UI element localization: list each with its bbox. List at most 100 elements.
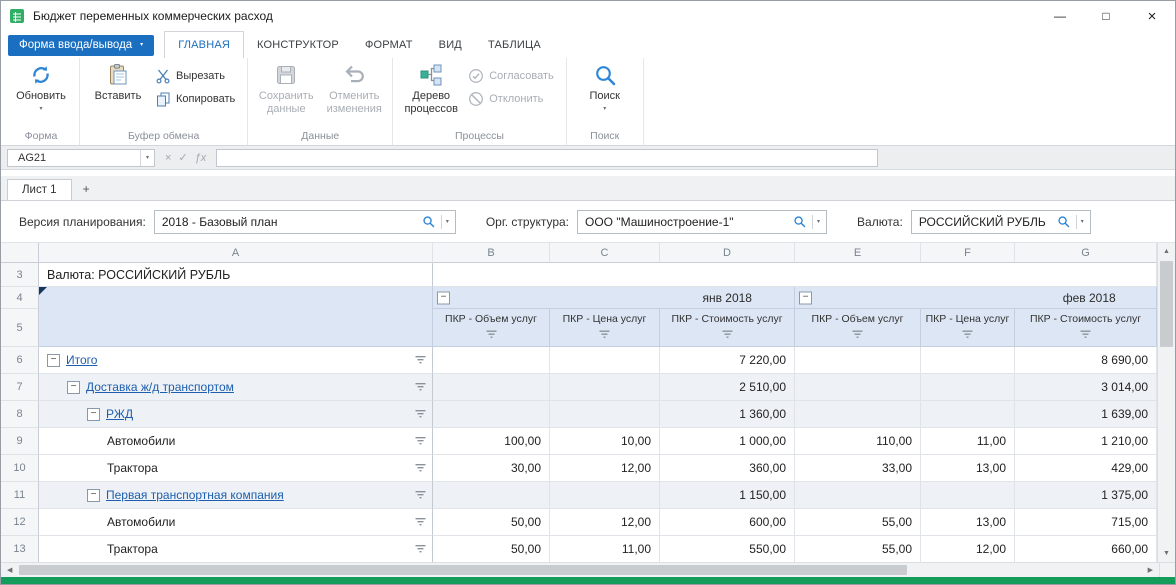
undo-changes-button[interactable]: Отменить изменения <box>321 60 387 116</box>
maximize-button[interactable]: □ <box>1083 1 1129 31</box>
measure-header[interactable]: ПКР - Объем услуг <box>433 309 550 347</box>
horizontal-scrollbar[interactable]: ◀ ▶ <box>1 562 1175 577</box>
data-cell[interactable] <box>795 347 921 374</box>
data-cell[interactable]: 429,00 <box>1015 455 1157 482</box>
chevron-down-icon[interactable]: ▾ <box>140 150 154 166</box>
minimize-button[interactable]: — <box>1037 1 1083 31</box>
data-cell[interactable] <box>795 482 921 509</box>
data-cell[interactable] <box>550 347 660 374</box>
collapse-row-button[interactable]: − <box>87 408 100 421</box>
row-label-cell[interactable]: −Доставка ж/д транспортом <box>39 374 433 401</box>
measure-header[interactable]: ПКР - Стоимость услуг <box>660 309 795 347</box>
ribbon-tab-3[interactable]: ВИД <box>426 31 475 58</box>
reject-button[interactable]: Отклонить <box>466 89 560 109</box>
function-icon[interactable]: ƒx <box>195 152 207 164</box>
merged-header-cell[interactable] <box>39 287 433 347</box>
data-cell[interactable]: 50,00 <box>433 536 550 562</box>
search-icon[interactable] <box>1057 215 1070 228</box>
scroll-left-icon[interactable]: ◀ <box>1 566 18 574</box>
data-cell[interactable] <box>433 347 550 374</box>
sheet-tab-list1[interactable]: Лист 1 <box>7 179 72 200</box>
ribbon-tab-0[interactable]: ГЛАВНАЯ <box>164 31 244 58</box>
row-filter-icon[interactable] <box>415 410 426 419</box>
row-label[interactable]: Доставка ж/д транспортом <box>86 380 234 394</box>
chevron-down-icon[interactable]: ▾ <box>1081 218 1090 225</box>
month-header-1[interactable]: −фев 2018 <box>795 287 1157 309</box>
data-cell[interactable]: 1 360,00 <box>660 401 795 428</box>
copy-button[interactable]: Копировать <box>153 89 242 109</box>
data-cell[interactable]: 715,00 <box>1015 509 1157 536</box>
measure-header[interactable]: ПКР - Цена услуг <box>550 309 660 347</box>
data-cell[interactable]: 13,00 <box>921 455 1015 482</box>
search-icon[interactable] <box>793 215 806 228</box>
row-header-13[interactable]: 13 <box>1 536 39 562</box>
data-cell[interactable] <box>550 482 660 509</box>
data-cell[interactable]: 3 014,00 <box>1015 374 1157 401</box>
data-cell[interactable]: 8 690,00 <box>1015 347 1157 374</box>
data-cell[interactable]: 10,00 <box>550 428 660 455</box>
data-cell[interactable]: 1 210,00 <box>1015 428 1157 455</box>
header-filter-icon[interactable] <box>1080 328 1091 342</box>
column-header-B[interactable]: B <box>433 243 550 263</box>
data-cell[interactable]: 600,00 <box>660 509 795 536</box>
header-filter-icon[interactable] <box>722 328 733 342</box>
data-cell[interactable]: 11,00 <box>550 536 660 562</box>
horizontal-scroll-thumb[interactable] <box>19 565 907 575</box>
column-header-G[interactable]: G <box>1015 243 1157 263</box>
search-icon[interactable] <box>422 215 435 228</box>
data-cell[interactable]: 12,00 <box>550 509 660 536</box>
row-filter-icon[interactable] <box>415 518 426 527</box>
data-cell[interactable]: 110,00 <box>795 428 921 455</box>
header-filter-icon[interactable] <box>962 328 973 342</box>
data-cell[interactable]: 660,00 <box>1015 536 1157 562</box>
header-filter-icon[interactable] <box>486 328 497 342</box>
data-cell[interactable]: 50,00 <box>433 509 550 536</box>
data-cell[interactable]: 1 375,00 <box>1015 482 1157 509</box>
data-cell[interactable]: 55,00 <box>795 536 921 562</box>
scroll-right-icon[interactable]: ▶ <box>1142 566 1159 574</box>
data-cell[interactable]: 30,00 <box>433 455 550 482</box>
data-cell[interactable] <box>795 401 921 428</box>
collapse-month-button[interactable]: − <box>799 291 812 304</box>
ribbon-tab-1[interactable]: КОНСТРУКТОР <box>244 31 352 58</box>
close-button[interactable]: × <box>1129 1 1175 31</box>
data-cell[interactable]: 1 639,00 <box>1015 401 1157 428</box>
chevron-down-icon[interactable]: ▾ <box>817 218 826 225</box>
data-cell[interactable] <box>433 374 550 401</box>
approve-button[interactable]: Согласовать <box>466 66 560 86</box>
row-label-cell[interactable]: −Итого <box>39 347 433 374</box>
row-header-11[interactable]: 11 <box>1 482 39 509</box>
search-button[interactable]: Поиск ▾ <box>572 60 638 112</box>
row-label-cell[interactable]: Автомобили <box>39 509 433 536</box>
cell-name-box[interactable]: AG21 ▾ <box>7 149 155 167</box>
data-cell[interactable]: 12,00 <box>921 536 1015 562</box>
org-structure-select[interactable]: ООО "Машиностроение-1" ▾ <box>577 210 827 234</box>
header-filter-icon[interactable] <box>599 328 610 342</box>
row-header-3[interactable]: 3 <box>1 263 39 287</box>
data-cell[interactable] <box>921 401 1015 428</box>
vertical-scrollbar[interactable]: ▲ ▼ <box>1157 243 1175 562</box>
data-cell[interactable]: 13,00 <box>921 509 1015 536</box>
row-label[interactable]: РЖД <box>106 407 133 421</box>
measure-header[interactable]: ПКР - Цена услуг <box>921 309 1015 347</box>
chevron-down-icon[interactable]: ▾ <box>446 218 455 225</box>
collapse-row-button[interactable]: − <box>87 489 100 502</box>
scroll-down-icon[interactable]: ▼ <box>1163 545 1170 562</box>
data-cell[interactable]: 550,00 <box>660 536 795 562</box>
column-header-D[interactable]: D <box>660 243 795 263</box>
row-label-cell[interactable]: −Первая транспортная компания <box>39 482 433 509</box>
data-cell[interactable] <box>433 482 550 509</box>
empty-cell[interactable] <box>433 263 1157 287</box>
data-cell[interactable]: 1 000,00 <box>660 428 795 455</box>
data-cell[interactable]: 2 510,00 <box>660 374 795 401</box>
data-cell[interactable]: 55,00 <box>795 509 921 536</box>
row-header-12[interactable]: 12 <box>1 509 39 536</box>
row-header-9[interactable]: 9 <box>1 428 39 455</box>
measure-header[interactable]: ПКР - Стоимость услуг <box>1015 309 1157 347</box>
file-menu-button[interactable]: Форма ввода/вывода ▾ <box>8 35 154 56</box>
row-header-7[interactable]: 7 <box>1 374 39 401</box>
data-cell[interactable]: 360,00 <box>660 455 795 482</box>
month-header-0[interactable]: −янв 2018 <box>433 287 795 309</box>
currency-cell[interactable]: Валюта: РОССИЙСКИЙ РУБЛЬ <box>39 263 433 287</box>
row-label-cell[interactable]: Автомобили <box>39 428 433 455</box>
